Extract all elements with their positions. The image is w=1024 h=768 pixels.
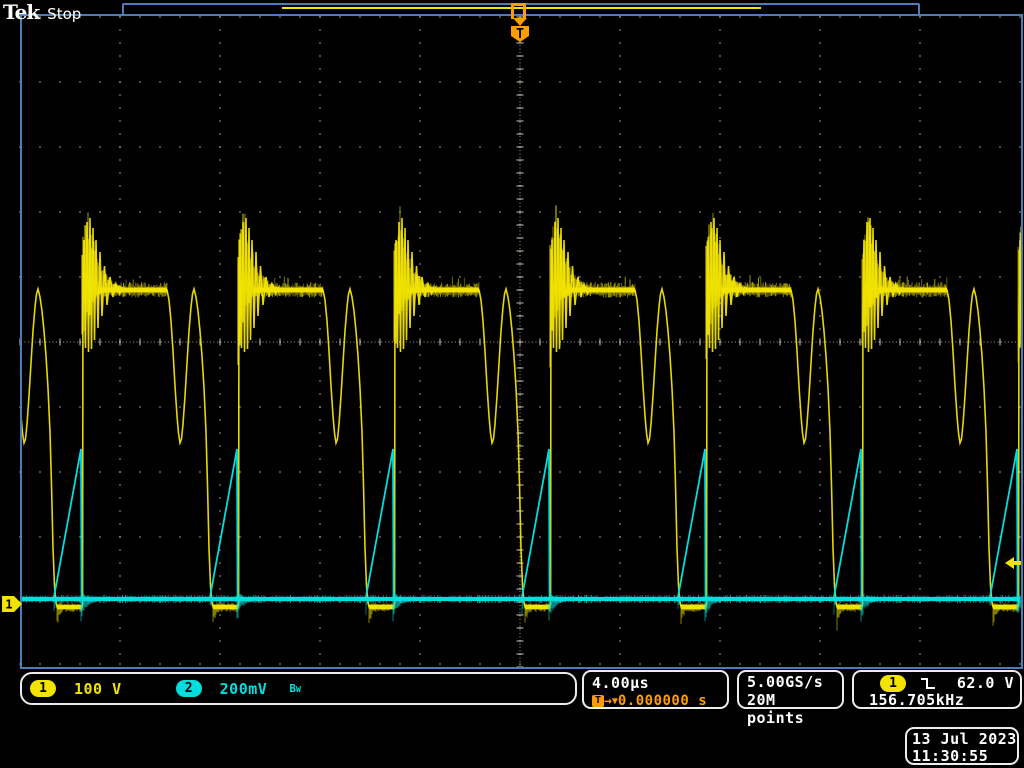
ch1-waveform (0, 206, 1024, 631)
datetime-readout: 13 Jul 2023 11:30:55 (905, 727, 1019, 765)
falling-edge-icon (919, 676, 937, 691)
svg-text:1: 1 (5, 598, 12, 612)
timebase-scale: 4.00µs (592, 674, 727, 692)
sample-rate: 5.00GS/s (747, 673, 842, 691)
ch2-waveform (0, 449, 1024, 622)
horizontal-position: 0.000000 s (618, 693, 707, 709)
channel-readout-box[interactable]: 1 100 V 2 200mV BW (20, 672, 577, 705)
oscilloscope-screen: TekStop T1 1 100 V 2 200mV BW 4.00µs T →… (0, 0, 1024, 768)
horizontal-readout-box[interactable]: 4.00µs T → ▼ 0.000000 s (582, 670, 729, 709)
trigger-readout-box[interactable]: 1 62.0 V 156.705kHz (852, 670, 1022, 709)
trigger-level: 62.0 V (937, 674, 1014, 692)
ch1-scale: 100 V (74, 680, 122, 698)
trigger-frequency: 156.705kHz (869, 692, 1020, 709)
acquisition-status: Stop (47, 5, 81, 23)
time-text: 11:30:55 (912, 748, 1017, 765)
ch2-badge: 2 (176, 680, 202, 697)
record-length: 20M points (747, 691, 842, 727)
trigger-source-badge: 1 (880, 675, 906, 692)
record-view-bar[interactable] (122, 3, 920, 16)
tek-logo: Tek (3, 0, 39, 24)
bandwidth-limit-icon: BW (289, 682, 300, 695)
acquisition-readout-box[interactable]: 5.00GS/s 20M points (737, 670, 844, 709)
date-text: 13 Jul 2023 (912, 731, 1017, 748)
trigger-t-icon: T (592, 695, 604, 707)
header: Tek Stop (3, 0, 81, 24)
ch1-badge: 1 (30, 680, 56, 697)
trigger-position-arrow-icon[interactable] (513, 18, 527, 26)
arrow-right-icon: → (604, 694, 612, 709)
graticule-display: T1 (0, 0, 1024, 768)
expansion-point-bracket[interactable] (511, 3, 526, 19)
svg-text:T: T (516, 27, 524, 42)
ch2-scale: 200mV (220, 680, 268, 698)
